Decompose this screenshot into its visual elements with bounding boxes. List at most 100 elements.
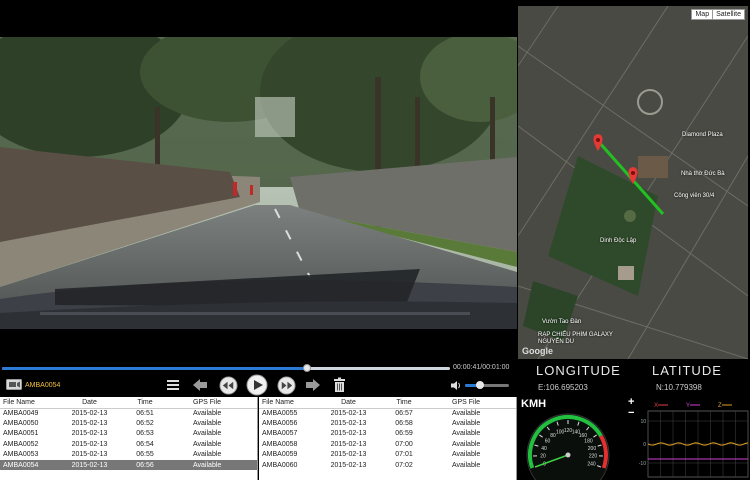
date-cell: 2015-02-13 [330,420,367,428]
play-icon [246,374,268,396]
file-row[interactable]: AMBA0056 2015-02-13 06:58 Available [259,418,516,428]
column-header-date[interactable]: Date [321,397,376,409]
gps-file-cell: Available [452,440,481,448]
rewind-button[interactable] [218,375,238,395]
date-cell: 2015-02-13 [71,409,108,417]
volume-slider[interactable] [465,381,509,389]
file-row[interactable]: AMBA0050 2015-02-13 06:52 Available [0,418,257,428]
column-header-gps-file[interactable]: GPS File [432,397,516,409]
map-label-independence-palace: Dinh Độc Lập [600,238,637,244]
longitude-label: LONGITUDE [536,363,621,378]
y-tick-label: 0 [643,442,646,448]
volume-button[interactable] [449,379,462,391]
legend-label: Z [718,403,722,409]
g-sensor-panel: + − 10 0 -10 X Y Z [618,396,750,480]
time-cell: 06:58 [395,420,413,428]
file-name-cell: AMBA0057 [262,430,298,438]
file-row[interactable]: AMBA0052 2015-02-13 06:54 Available [0,439,257,449]
date-cell: 2015-02-13 [330,440,367,448]
file-row[interactable]: AMBA0051 2015-02-13 06:53 Available [0,429,257,439]
column-header-file-name[interactable]: File Name [0,397,62,409]
arrow-left-icon [193,379,207,391]
map-type-toggle[interactable]: Map Satellite [691,9,745,20]
gauge-tick-label: 180 [584,439,593,445]
y-tick-label: 10 [640,419,646,425]
date-cell: 2015-02-13 [71,440,108,448]
gps-file-cell: Available [452,451,481,459]
legend-label: Y [686,403,690,409]
time-cell: 07:00 [395,440,413,448]
video-view[interactable] [0,37,517,329]
file-row[interactable]: AMBA0060 2015-02-13 07:02 Available [259,460,516,470]
file-name-cell: AMBA0055 [262,409,298,417]
map-label-diamond-plaza: Diamond Plaza [682,132,723,138]
playlist-button[interactable] [165,377,181,393]
time-cell: 06:51 [136,409,154,417]
date-cell: 2015-02-13 [62,459,117,471]
date-cell: 2015-02-13 [330,430,367,438]
speaker-icon [450,380,460,390]
map-type-map-button[interactable]: Map [692,10,712,19]
seek-bar-fill [2,367,307,370]
video-frame-image [0,37,517,329]
time-cell: 06:55 [136,451,154,459]
date-cell: 2015-02-13 [330,451,367,459]
time-cell: 06:59 [395,430,413,438]
current-file-name: AMBA0054 [25,382,61,389]
gps-file-cell: Available [193,451,222,459]
arrow-right-icon [306,379,320,391]
file-name-cell: AMBA0060 [262,461,298,469]
marker-dot [596,138,600,142]
time-cell: 07:01 [395,451,413,459]
speedometer-gauge: 020406080100 120 140160180200220240 [526,413,610,480]
column-header-date[interactable]: Date [62,397,117,409]
date-cell: 2015-02-13 [71,420,108,428]
date-cell: 2015-02-13 [330,409,367,417]
time-cell: 07:02 [395,461,413,469]
column-header-gps-file[interactable]: GPS File [173,397,257,409]
gauge-tick-label: 200 [588,446,597,452]
seek-bar-handle[interactable] [302,364,311,372]
file-name-cell: AMBA0054 [0,459,62,471]
file-row[interactable]: AMBA0055 2015-02-13 06:57 Available [259,408,516,418]
gps-file-cell: Available [173,459,257,471]
start-marker-icon[interactable] [593,134,603,151]
map-label-tao-dan: Vườn Tao Đàn [542,319,582,325]
file-list-right: File Name Date Time GPS File AMBA0055 201… [259,397,517,480]
column-header-file-name[interactable]: File Name [259,397,321,409]
play-button[interactable] [246,374,268,396]
column-header-time[interactable]: Time [117,397,173,409]
volume-slider-handle[interactable] [476,381,485,389]
next-file-button[interactable] [304,377,322,393]
file-row[interactable]: AMBA0057 2015-02-13 06:59 Available [259,429,516,439]
fast-forward-button[interactable] [276,375,296,395]
seek-bar[interactable] [2,364,450,372]
gps-file-cell: Available [193,430,222,438]
map-type-satellite-button[interactable]: Satellite [712,10,744,19]
time-cell: 06:57 [395,409,413,417]
map-label-galaxy-cinema: RẠP CHIẾU PHIM GALAXY NGUYỄN DU [538,332,613,345]
previous-file-button[interactable] [191,377,209,393]
file-row[interactable]: AMBA0054 2015-02-13 06:56 Available [0,459,257,471]
table-header: File Name Date Time GPS File [259,397,516,409]
position-marker-icon[interactable] [628,167,638,184]
file-row[interactable]: AMBA0058 2015-02-13 07:00 Available [259,439,516,449]
file-row[interactable]: AMBA0059 2015-02-13 07:01 Available [259,450,516,460]
file-row[interactable]: AMBA0053 2015-02-13 06:55 Available [0,450,257,460]
table-header: File Name Date Time GPS File [0,397,257,409]
file-row[interactable]: AMBA0049 2015-02-13 06:51 Available [0,408,257,418]
gps-file-cell: Available [193,440,222,448]
longitude-value: E:106.695203 [538,383,588,392]
time-cell: 06:56 [117,459,173,471]
video-file-icon [6,379,22,390]
playback-progress: 00:00:41/00:01:00 [0,363,517,373]
gauge-tick-label: 20 [540,454,546,460]
column-header-time[interactable]: Time [376,397,432,409]
delete-button[interactable] [331,376,347,394]
gauge-tick-label: 60 [545,439,551,445]
file-name-cell: AMBA0049 [3,409,39,417]
playback-time: 00:00:41/00:01:00 [453,364,510,371]
list-icon [167,380,179,390]
gps-coordinates-panel: LONGITUDE LATITUDE E:106.695203 N:10.779… [518,359,750,397]
satellite-map[interactable]: Map Satellite Diamond Plaza Nhà thờ Đức … [518,6,748,359]
